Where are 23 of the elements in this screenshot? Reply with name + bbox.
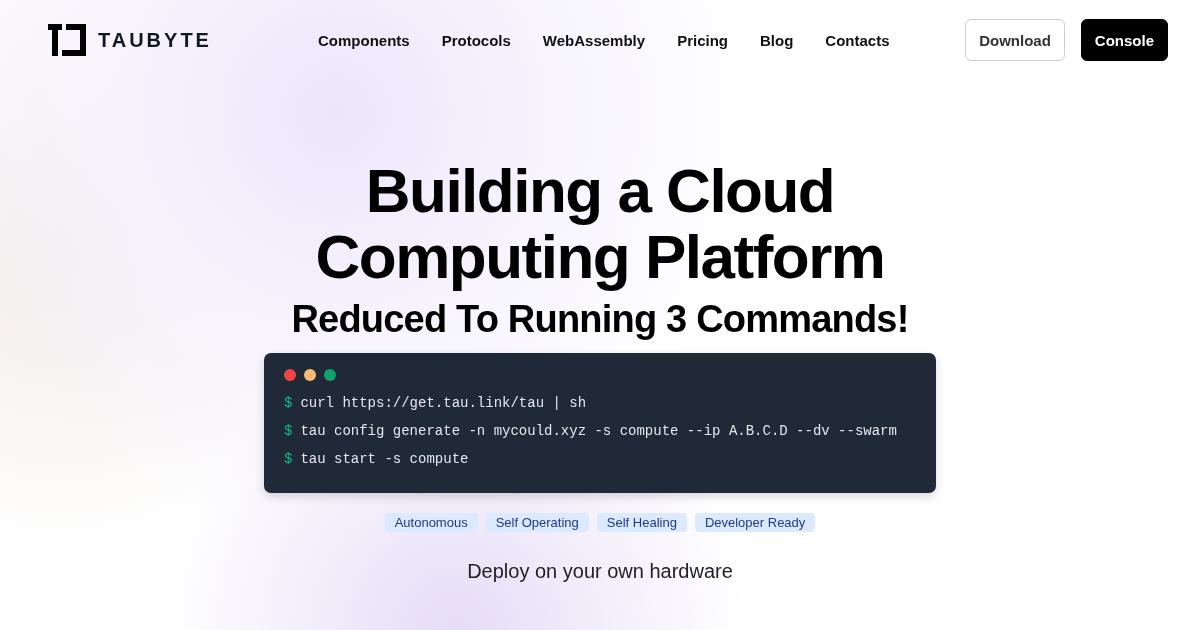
console-button[interactable]: Console (1080, 19, 1168, 61)
logo-text[interactable]: TAUBYTE (98, 28, 212, 52)
nav-link[interactable]: Blog (760, 31, 794, 49)
nav-link[interactable]: Pricing (677, 31, 728, 49)
feature-tag: Autonomous (384, 513, 478, 532)
command-text: tau config generate -n mycould.xyz -s compute --ip A.B.C.D --dv --swarm (300, 423, 897, 439)
nav-link[interactable]: Contacts (825, 31, 890, 49)
command-text: tau start -s compute (300, 451, 469, 467)
shell-prompt: $ (284, 423, 293, 439)
tagline: Deploy on your own hardware (467, 560, 733, 583)
nav-link[interactable]: Protocols (441, 31, 511, 49)
feature-tag: Self Healing (596, 513, 687, 532)
feature-tag: Developer Ready (694, 513, 816, 532)
logo-icon (48, 24, 86, 56)
hero-title: Building a Cloud Computing Platform (314, 158, 886, 290)
shell-prompt: $ (284, 451, 293, 467)
download-button[interactable]: Download (965, 19, 1065, 61)
hero-subtitle: Reduced To Running 3 Commands! (291, 298, 909, 341)
nav-link[interactable]: Components (318, 31, 410, 49)
feature-tag: Self Operating (485, 513, 589, 532)
command-text: curl https://get.tau.link/tau | sh (300, 395, 587, 411)
shell-prompt: $ (284, 395, 293, 411)
nav-link[interactable]: WebAssembly (542, 31, 646, 49)
